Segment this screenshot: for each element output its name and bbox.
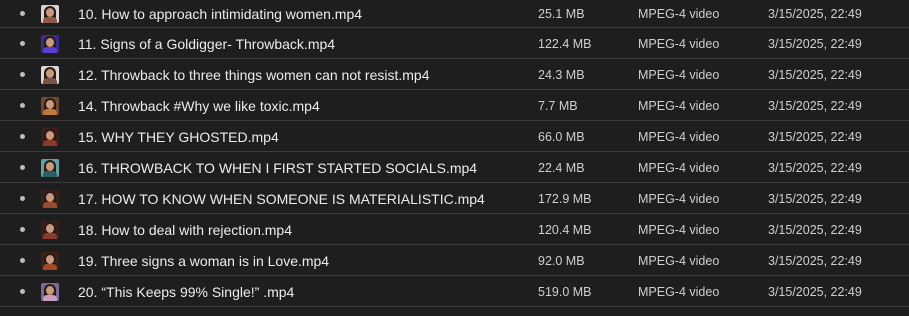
video-thumbnail xyxy=(41,152,59,183)
file-list: 10. How to approach intimidating women.m… xyxy=(0,0,909,316)
file-row[interactable]: 11. Signs of a Goldigger- Throwback.mp4 1… xyxy=(0,28,909,59)
file-type: MPEG-4 video xyxy=(638,191,720,206)
video-thumbnail xyxy=(41,121,59,152)
file-row[interactable]: 18. How to deal with rejection.mp4 120.4 … xyxy=(0,214,909,245)
file-row[interactable]: 16. THROWBACK TO WHEN I FIRST STARTED SO… xyxy=(0,152,909,183)
video-thumbnail xyxy=(41,214,59,245)
file-type: MPEG-4 video xyxy=(638,36,720,51)
file-size: 519.0 MB xyxy=(538,284,592,299)
video-thumbnail xyxy=(41,276,59,307)
file-name: 20. “This Keeps 99% Single!” .mp4 xyxy=(78,283,295,300)
bullet-icon xyxy=(18,121,26,152)
file-name: 14. Throwback #Why we like toxic.mp4 xyxy=(78,97,320,114)
video-thumbnail xyxy=(41,183,59,214)
file-row[interactable]: 17. HOW TO KNOW WHEN SOMEONE IS MATERIAL… xyxy=(0,183,909,214)
file-row[interactable]: 12. Throwback to three things women can … xyxy=(0,59,909,90)
file-size: 172.9 MB xyxy=(538,191,592,206)
file-size: 22.4 MB xyxy=(538,160,585,175)
file-name: 10. How to approach intimidating women.m… xyxy=(78,5,363,22)
bullet-icon xyxy=(18,59,26,90)
file-row[interactable]: 20. “This Keeps 99% Single!” .mp4 519.0 M… xyxy=(0,276,909,307)
video-thumbnail xyxy=(41,90,59,121)
file-row[interactable]: 14. Throwback #Why we like toxic.mp4 7.7 … xyxy=(0,90,909,121)
bullet-icon xyxy=(18,214,26,245)
file-type: MPEG-4 video xyxy=(638,284,720,299)
bullet-icon xyxy=(18,245,26,276)
bullet-icon xyxy=(18,90,26,121)
file-type: MPEG-4 video xyxy=(638,6,720,21)
file-size: 120.4 MB xyxy=(538,222,592,237)
file-size: 122.4 MB xyxy=(538,36,592,51)
file-size: 7.7 MB xyxy=(538,98,578,113)
file-date: 3/15/2025, 22:49 xyxy=(768,160,862,175)
file-size: 66.0 MB xyxy=(538,129,585,144)
file-type: MPEG-4 video xyxy=(638,253,720,268)
file-date: 3/15/2025, 22:49 xyxy=(768,6,862,21)
file-date: 3/15/2025, 22:49 xyxy=(768,67,862,82)
file-type: MPEG-4 video xyxy=(638,67,720,82)
file-type: MPEG-4 video xyxy=(638,98,720,113)
video-thumbnail xyxy=(41,245,59,276)
file-row[interactable]: 10. How to approach intimidating women.m… xyxy=(0,0,909,28)
file-name: 19. Three signs a woman is in Love.mp4 xyxy=(78,252,330,269)
bullet-icon xyxy=(18,183,26,214)
file-name: 16. THROWBACK TO WHEN I FIRST STARTED SO… xyxy=(78,159,478,176)
file-date: 3/15/2025, 22:49 xyxy=(768,36,862,51)
file-row[interactable]: 15. WHY THEY GHOSTED.mp4 66.0 MB MPEG-4 vi… xyxy=(0,121,909,152)
bullet-icon xyxy=(18,276,26,307)
video-thumbnail xyxy=(41,59,59,90)
file-row[interactable]: 19. Three signs a woman is in Love.mp4 92… xyxy=(0,245,909,276)
file-date: 3/15/2025, 22:49 xyxy=(768,253,862,268)
file-size: 92.0 MB xyxy=(538,253,585,268)
bullet-icon xyxy=(18,28,26,59)
file-date: 3/15/2025, 22:49 xyxy=(768,129,862,144)
video-thumbnail xyxy=(41,0,59,27)
file-name: 11. Signs of a Goldigger- Throwback.mp4 xyxy=(78,35,336,52)
file-type: MPEG-4 video xyxy=(638,222,720,237)
video-thumbnail xyxy=(41,28,59,59)
file-name: 15. WHY THEY GHOSTED.mp4 xyxy=(78,128,279,145)
bullet-icon xyxy=(18,0,26,27)
file-name: 12. Throwback to three things women can … xyxy=(78,66,430,83)
file-size: 25.1 MB xyxy=(538,6,585,21)
file-size: 24.3 MB xyxy=(538,67,585,82)
file-name: 17. HOW TO KNOW WHEN SOMEONE IS MATERIAL… xyxy=(78,190,485,207)
file-name: 18. How to deal with rejection.mp4 xyxy=(78,221,292,238)
bullet-icon xyxy=(18,152,26,183)
file-type: MPEG-4 video xyxy=(638,160,720,175)
file-date: 3/15/2025, 22:49 xyxy=(768,284,862,299)
file-date: 3/15/2025, 22:49 xyxy=(768,98,862,113)
file-date: 3/15/2025, 22:49 xyxy=(768,222,862,237)
file-type: MPEG-4 video xyxy=(638,129,720,144)
file-date: 3/15/2025, 22:49 xyxy=(768,191,862,206)
